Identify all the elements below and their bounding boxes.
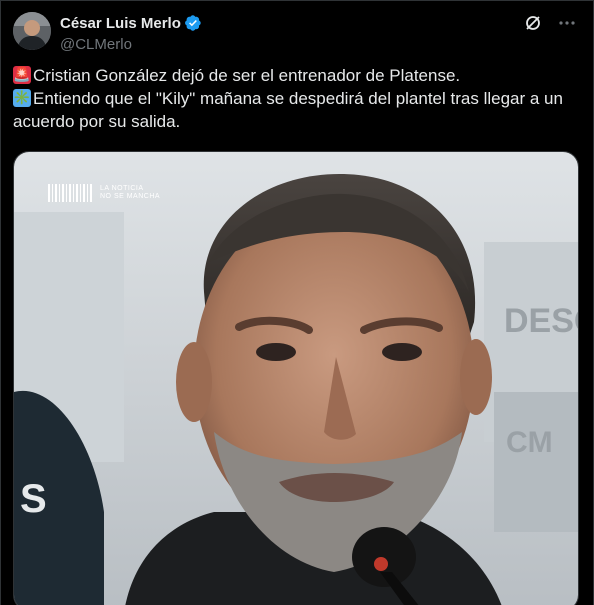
tweet-line-1: 🚨 Cristian González dejó de ser el entren… xyxy=(13,64,583,87)
avatar[interactable] xyxy=(13,12,51,50)
more-options-icon[interactable] xyxy=(557,13,577,33)
tweet-line-2-text: Entiendo que el "Kily" mañana se despedi… xyxy=(13,89,568,131)
watermark-line-1: LA NOTICIA xyxy=(100,185,144,192)
svg-text:DESC: DESC xyxy=(504,302,579,340)
watermark-text: LA NOTICIA NO SE MANCHA xyxy=(100,185,160,201)
tweet-top-actions xyxy=(523,13,577,33)
press-conference-photo: DESC CM S xyxy=(14,152,579,605)
tweet-text: 🚨 Cristian González dejó de ser el entren… xyxy=(13,64,583,133)
barcode-logo-icon xyxy=(48,184,94,202)
author-display-name[interactable]: César Luis Merlo xyxy=(60,15,181,32)
author-info: César Luis Merlo @CLMerlo xyxy=(60,13,202,53)
police-light-emoji-icon: 🚨 xyxy=(13,66,31,84)
tweet-media-photo[interactable]: DESC CM S LA NOTICIA NO SE MA xyxy=(13,151,579,605)
grok-icon[interactable] xyxy=(523,13,543,33)
media-watermark-logo: LA NOTICIA NO SE MANCHA xyxy=(48,184,160,202)
svg-text:CM: CM xyxy=(506,426,553,459)
tweet-line-1-text: Cristian González dejó de ser el entrena… xyxy=(33,66,461,85)
verified-badge-icon[interactable] xyxy=(184,14,202,32)
asterisk-emoji-icon: ✳️ xyxy=(13,89,31,107)
author-handle[interactable]: @CLMerlo xyxy=(60,36,202,53)
avatar-photo xyxy=(13,12,51,50)
svg-text:S: S xyxy=(20,477,47,521)
watermark-line-2: NO SE MANCHA xyxy=(100,193,161,200)
tweet-card: César Luis Merlo @CLMerlo 🚨 Cristian Gonz… xyxy=(0,0,594,605)
tweet-line-2: ✳️ Entiendo que el "Kily" mañana se despe… xyxy=(13,87,583,133)
